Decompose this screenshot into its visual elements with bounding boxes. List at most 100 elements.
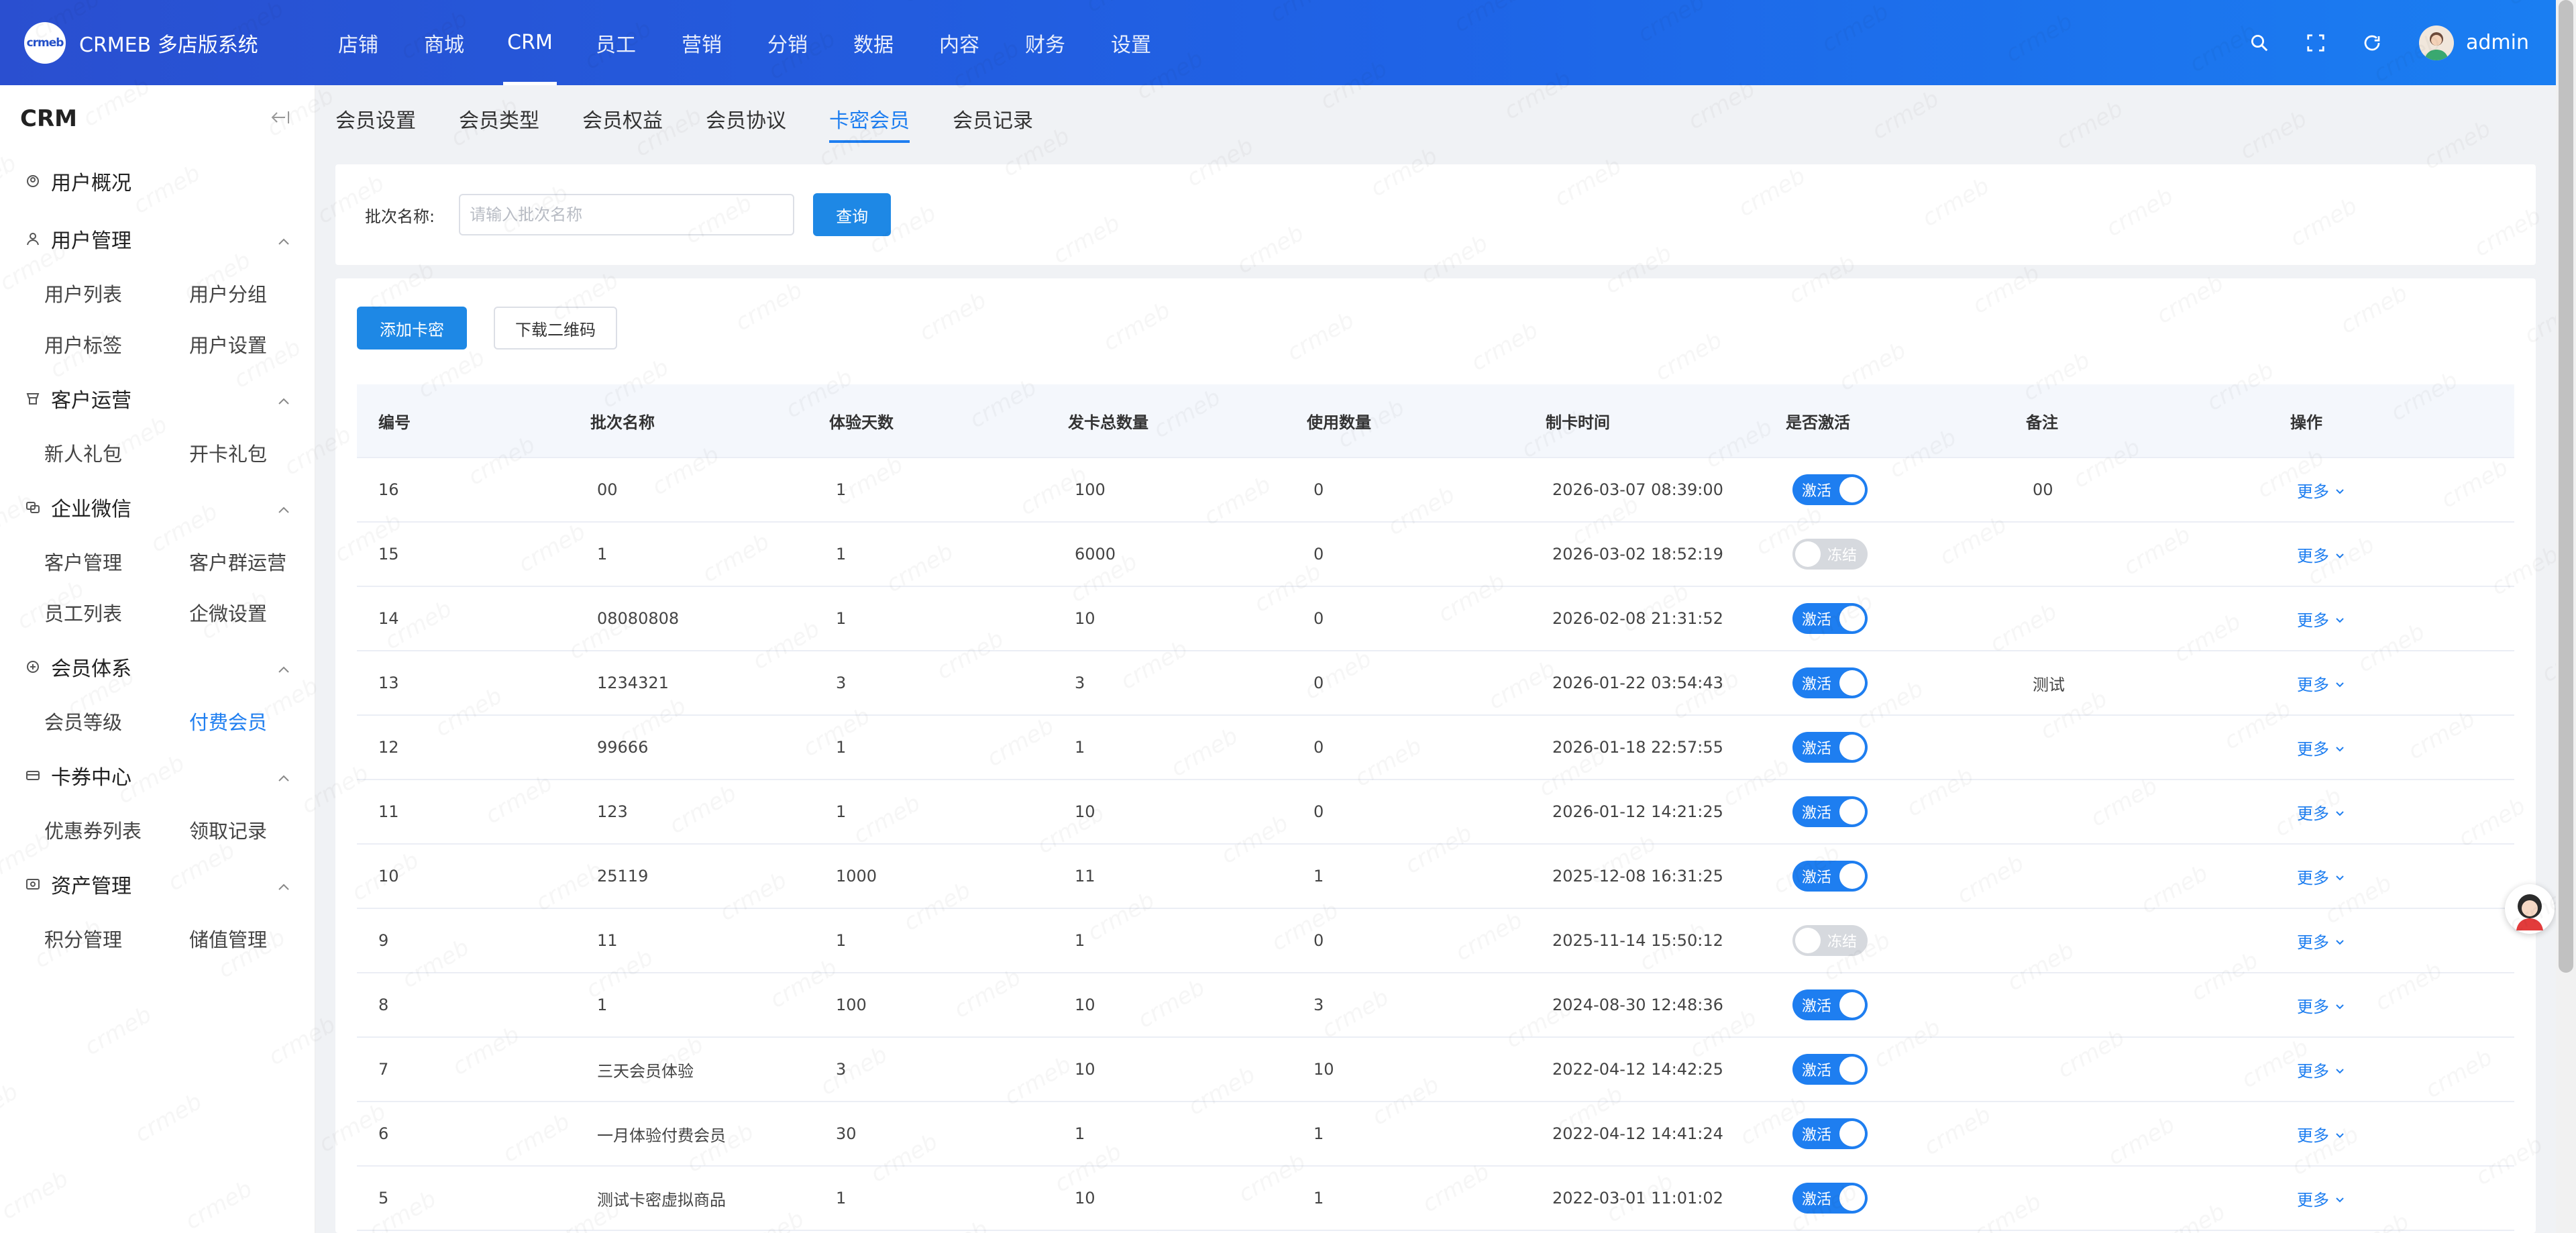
- sidebar-group-header[interactable]: 企业微信: [24, 478, 290, 536]
- cell-id: 10: [378, 867, 399, 886]
- chevron-up-icon: [277, 873, 290, 896]
- activation-toggle[interactable]: 激活: [1792, 1054, 1868, 1085]
- more-dropdown[interactable]: 更多: [2297, 543, 2345, 566]
- page-scrollbar[interactable]: [2556, 0, 2576, 1233]
- sidebar-item[interactable]: 用户设置: [189, 319, 334, 370]
- sidebar-group-header[interactable]: 用户管理: [24, 210, 290, 268]
- more-dropdown[interactable]: 更多: [2297, 1187, 2345, 1210]
- activation-toggle[interactable]: 激活: [1792, 603, 1868, 634]
- sidebar-group-items: 客户管理 客户群运营 员工列表 企微设置: [24, 536, 290, 638]
- activation-toggle[interactable]: 激活: [1792, 667, 1868, 698]
- sidebar-group-items: 用户列表 用户分组 用户标签 用户设置: [24, 268, 290, 370]
- topnav-item[interactable]: 营销: [659, 0, 745, 85]
- topnav-item[interactable]: 店铺: [315, 0, 401, 85]
- cell-time: 2022-03-01 11:01:02: [1552, 1189, 1723, 1208]
- sidebar-group-header[interactable]: 卡券中心: [24, 747, 290, 804]
- sidebar-item[interactable]: 储值管理: [189, 913, 334, 964]
- search-button[interactable]: 查询: [813, 193, 892, 236]
- sidebar-group-header[interactable]: 资产管理: [24, 855, 290, 913]
- column-header: 编号: [378, 413, 411, 432]
- sidebar-item[interactable]: 会员等级: [44, 696, 189, 747]
- activation-toggle[interactable]: 激活: [1792, 796, 1868, 827]
- activation-toggle[interactable]: 冻结: [1792, 539, 1868, 570]
- collapse-sidebar-icon[interactable]: [270, 105, 290, 132]
- cell-actions: 更多: [2275, 672, 2514, 695]
- more-dropdown[interactable]: 更多: [2297, 478, 2345, 502]
- table-row: 13 1234321 3 3 0 2026-01-22 03:54:43 激活 测试 更多: [357, 651, 2514, 716]
- sidebar-item[interactable]: 用户分组: [189, 268, 334, 319]
- app-logo[interactable]: crmeb CRMEB 多店版系统: [0, 21, 315, 64]
- activation-toggle[interactable]: 激活: [1792, 1183, 1868, 1214]
- sidebar-item[interactable]: 付费会员: [189, 696, 334, 747]
- sidebar-item[interactable]: 开卡礼包: [189, 427, 334, 478]
- cell-time: 2026-01-22 03:54:43: [1552, 674, 1723, 692]
- sidebar-item[interactable]: 客户管理: [44, 536, 189, 587]
- activation-toggle[interactable]: 冻结: [1792, 925, 1868, 956]
- sidebar-item[interactable]: 积分管理: [44, 913, 189, 964]
- tab-item[interactable]: 会员记录: [953, 85, 1033, 152]
- sidebar-item[interactable]: 企微设置: [189, 587, 334, 638]
- topnav-item[interactable]: 内容: [916, 0, 1002, 85]
- chevron-up-icon: [277, 764, 290, 788]
- more-dropdown[interactable]: 更多: [2297, 736, 2345, 759]
- more-dropdown[interactable]: 更多: [2297, 929, 2345, 953]
- sidebar-item[interactable]: 员工列表: [44, 587, 189, 638]
- sidebar-item[interactable]: 客户群运营: [189, 536, 334, 587]
- tab-item[interactable]: 会员权益: [582, 85, 663, 152]
- cell-days: 30: [836, 1124, 857, 1143]
- sidebar-item[interactable]: 领取记录: [189, 804, 334, 855]
- support-avatar[interactable]: [2505, 884, 2555, 934]
- activation-toggle[interactable]: 激活: [1792, 732, 1868, 763]
- topnav-item[interactable]: 财务: [1002, 0, 1088, 85]
- scrollbar-thumb[interactable]: [2559, 0, 2573, 973]
- cell-active: 激活: [1771, 861, 2011, 892]
- more-dropdown[interactable]: 更多: [2297, 865, 2345, 888]
- member-icon: [24, 658, 42, 676]
- tab-item[interactable]: 会员类型: [459, 85, 539, 152]
- sidebar-item[interactable]: 优惠券列表: [44, 804, 189, 855]
- cell-time: 2025-12-08 16:31:25: [1552, 867, 1723, 886]
- topnav-item[interactable]: 商城: [401, 0, 487, 85]
- more-dropdown[interactable]: 更多: [2297, 1058, 2345, 1081]
- add-card-button[interactable]: 添加卡密: [357, 307, 467, 350]
- tab-item[interactable]: 会员协议: [706, 85, 786, 152]
- table-row: 10 25119 1000 11 1 2025-12-08 16:31:25 激活 更多: [357, 845, 2514, 909]
- sidebar-item[interactable]: 用户标签: [44, 319, 189, 370]
- activation-toggle[interactable]: 激活: [1792, 474, 1868, 505]
- topnav-item[interactable]: 数据: [830, 0, 916, 85]
- topnav-item[interactable]: 设置: [1088, 0, 1174, 85]
- cell-total: 10: [1075, 1189, 1095, 1208]
- cell-name: 三天会员体验: [597, 1061, 694, 1081]
- activation-toggle[interactable]: 激活: [1792, 861, 1868, 892]
- fullscreen-icon[interactable]: [2302, 30, 2329, 56]
- sidebar-group-header[interactable]: 会员体系: [24, 638, 290, 696]
- activation-toggle[interactable]: 激活: [1792, 989, 1868, 1020]
- sidebar-item[interactable]: 新人礼包: [44, 427, 189, 478]
- user-avatar[interactable]: [2419, 25, 2454, 60]
- tab-item[interactable]: 卡密会员: [829, 85, 910, 152]
- chevron-down-icon: [2329, 1189, 2345, 1208]
- more-dropdown[interactable]: 更多: [2297, 1122, 2345, 1146]
- more-dropdown[interactable]: 更多: [2297, 994, 2345, 1017]
- activation-toggle[interactable]: 激活: [1792, 1118, 1868, 1149]
- cell-name: 123: [597, 802, 628, 821]
- toggle-label: 激活: [1802, 1063, 1832, 1079]
- toggle-label: 激活: [1802, 1127, 1832, 1144]
- more-dropdown[interactable]: 更多: [2297, 800, 2345, 824]
- topnav-item[interactable]: CRM: [487, 0, 573, 85]
- user-name[interactable]: admin: [2466, 31, 2529, 54]
- chevron-up-icon: [277, 227, 290, 251]
- tab-item[interactable]: 会员设置: [335, 85, 416, 152]
- sidebar-item[interactable]: 用户列表: [44, 268, 189, 319]
- download-qrcode-button[interactable]: 下载二维码: [494, 307, 617, 350]
- topnav-item[interactable]: 分销: [745, 0, 830, 85]
- sidebar-group-header[interactable]: 客户运营: [24, 370, 290, 427]
- sidebar-group-header[interactable]: 用户概况: [24, 152, 290, 210]
- column-header: 操作: [2290, 413, 2322, 432]
- search-icon[interactable]: [2246, 30, 2273, 56]
- more-dropdown[interactable]: 更多: [2297, 607, 2345, 631]
- refresh-icon[interactable]: [2359, 30, 2385, 56]
- more-dropdown[interactable]: 更多: [2297, 672, 2345, 695]
- topnav-item[interactable]: 员工: [573, 0, 659, 85]
- batch-name-input[interactable]: [459, 194, 795, 235]
